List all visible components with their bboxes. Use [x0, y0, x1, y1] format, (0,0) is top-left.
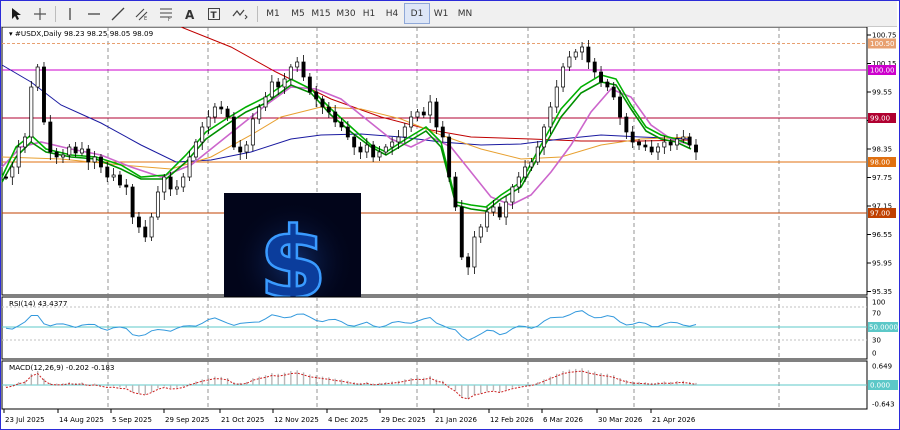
date-tick-label: 21 Apr 2026 [652, 416, 696, 424]
level-price-tag-text: 99.00 [870, 115, 890, 123]
toolbar-separator [55, 6, 56, 22]
macd-axis: 0.649 0.000 -0.643 [868, 363, 898, 409]
candle[interactable] [447, 134, 452, 182]
rsi-axis: 100 70 50.0000 30 0 [868, 299, 898, 358]
macd-panel[interactable]: MACD(12,26,9) -0.202 -0.183 0.649 0.000 -0… [1, 360, 898, 410]
date-tick-label: 4 Dec 2025 [328, 416, 368, 424]
svg-text:A: A [185, 8, 195, 21]
rsi-tick-label: 100 [872, 299, 885, 307]
price-tick-label: 95.95 [872, 260, 892, 268]
level-price-tags: 100.50 100.00 99.00 98.00 97.00 [868, 38, 896, 218]
cursor-icon[interactable] [5, 4, 27, 23]
equidistant-channel-icon[interactable]: E [131, 4, 153, 23]
timeframe-m15-button[interactable]: M15 [309, 4, 333, 23]
date-tick-label: 6 Mar 2026 [543, 416, 583, 424]
svg-text:E: E [144, 16, 147, 21]
price-tick-label: 97.75 [872, 174, 892, 182]
timeframe-w1-button[interactable]: W1 [429, 4, 453, 23]
timeframe-m1-button[interactable]: M1 [261, 4, 285, 23]
timeframe-d1-button[interactable]: D1 [404, 3, 430, 24]
text-label-icon[interactable]: T [203, 4, 225, 23]
rsi-tick-label: 0 [872, 350, 876, 358]
rsi-label: RSI(14) 43.4377 [9, 299, 67, 308]
level-price-tag-text: 97.00 [870, 210, 890, 218]
crosshair-icon[interactable] [29, 4, 51, 23]
text-icon[interactable]: A [179, 4, 201, 23]
date-tick-label: 23 Jul 2025 [5, 416, 45, 424]
macd-tick-label: 0.000 [870, 382, 890, 390]
rsi-tick-label: 70 [872, 310, 881, 318]
date-tick-label: 30 Mar 2026 [598, 416, 643, 424]
toolbar: E F A T M1 M5 M15 M30 H1 H4 D1 W1 MN [1, 1, 897, 27]
vertical-line-icon[interactable] [59, 4, 81, 23]
price-tick-label: 96.55 [872, 231, 892, 239]
timeframe-m30-button[interactable]: M30 [334, 4, 358, 23]
level-price-tag-text: 98.00 [870, 159, 890, 167]
timeframe-m5-button[interactable]: M5 [286, 4, 310, 23]
chart-area[interactable]: 100.75100.1599.5598.9598.3597.7597.1596.… [1, 27, 898, 428]
timeframe-h1-button[interactable]: H1 [357, 4, 381, 23]
fibonacci-icon[interactable]: F [155, 4, 177, 23]
toolbar-separator [257, 6, 258, 22]
svg-text:F: F [168, 17, 171, 21]
timeframe-h4-button[interactable]: H4 [380, 4, 404, 23]
date-tick-label: 21 Oct 2025 [221, 416, 264, 424]
price-tick-label: 100.75 [872, 32, 897, 40]
rsi-panel[interactable]: RSI(14) 43.4377 100 70 50.0000 30 0 [1, 296, 898, 360]
macd-label: MACD(12,26,9) -0.202 -0.183 [9, 363, 115, 372]
date-tick-label: 12 Nov 2025 [274, 416, 319, 424]
timeframe-mn-button[interactable]: MN [453, 4, 477, 23]
candle[interactable] [459, 200, 464, 260]
date-tick-label: 14 Aug 2025 [59, 416, 104, 424]
symbol-header: ▾ #USDX,Daily 98.23 98.25 98.05 98.09 [9, 29, 154, 38]
date-tick-label: 29 Dec 2025 [381, 416, 426, 424]
level-price-tag-text: 100.50 [870, 40, 895, 48]
candle[interactable] [250, 113, 255, 151]
shapes-icon[interactable] [229, 4, 251, 23]
svg-text:T: T [211, 11, 218, 21]
price-tick-label: 95.35 [872, 288, 892, 296]
candle[interactable] [35, 64, 40, 91]
candle[interactable] [42, 62, 46, 125]
horizontal-line-icon[interactable] [83, 4, 105, 23]
macd-tick-label: 0.649 [872, 363, 892, 371]
candle[interactable] [453, 172, 458, 211]
date-tick-label: 5 Sep 2025 [112, 416, 152, 424]
level-price-tag-text: 100.00 [870, 67, 895, 75]
date-tick-label: 29 Sep 2025 [165, 416, 209, 424]
macd-tick-label: -0.643 [872, 401, 895, 409]
date-tick-label: 21 Jan 2026 [435, 416, 478, 424]
candle[interactable] [193, 139, 198, 160]
price-tick-label: 99.55 [872, 89, 892, 97]
candle[interactable] [149, 213, 154, 241]
rsi-tick-label: 30 [872, 337, 881, 345]
main-price-panel[interactable]: 100.75100.1599.5598.9598.3597.7597.1596.… [1, 27, 897, 296]
rsi-tick-label: 50.0000 [869, 324, 898, 332]
trendline-icon[interactable] [107, 4, 129, 23]
candle[interactable] [231, 112, 236, 150]
price-tick-label: 98.35 [872, 146, 892, 154]
date-axis: 23 Jul 2025 14 Aug 2025 5 Sep 2025 29 Sep 2… [3, 409, 696, 424]
date-tick-label: 12 Feb 2026 [490, 416, 534, 424]
candle[interactable] [29, 81, 34, 142]
